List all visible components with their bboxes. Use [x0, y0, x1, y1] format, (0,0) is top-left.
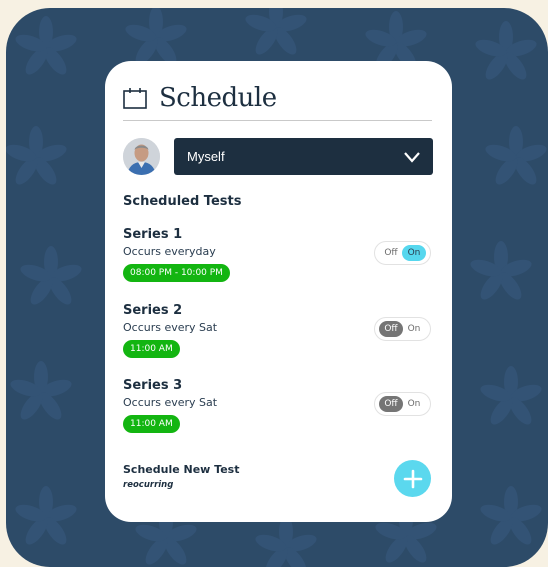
- toggle-on-option[interactable]: On: [402, 245, 426, 261]
- time-badge: 08:00 PM - 10:00 PM: [123, 264, 230, 282]
- test-name: Series 2: [123, 303, 183, 318]
- new-test-sub: reocurring: [123, 480, 174, 490]
- plus-icon: [403, 469, 422, 488]
- time-badge: 11:00 AM: [123, 340, 180, 358]
- toggle-on-option[interactable]: On: [402, 396, 426, 412]
- toggle-series-1[interactable]: Off On: [374, 241, 431, 265]
- new-test-label: Schedule New Test: [123, 463, 240, 476]
- user-photo: [123, 138, 160, 175]
- toggle-off-option[interactable]: Off: [379, 245, 403, 261]
- test-item-series-3: Series 3 Occurs every Sat 11:00 AM Off O…: [123, 378, 431, 433]
- header-divider: [123, 120, 432, 121]
- toggle-off-option[interactable]: Off: [379, 396, 403, 412]
- schedule-card: Schedule Myself Scheduled Tests Series 1…: [105, 61, 452, 522]
- person-select[interactable]: Myself: [174, 138, 433, 175]
- toggle-on-option[interactable]: On: [402, 321, 426, 337]
- avatar[interactable]: [123, 138, 160, 175]
- test-name: Series 1: [123, 227, 183, 242]
- toggle-series-2[interactable]: Off On: [374, 317, 431, 341]
- page-title: Schedule: [159, 83, 277, 113]
- person-select-value: Myself: [187, 149, 225, 164]
- section-title: Scheduled Tests: [123, 194, 242, 209]
- chevron-down-icon: [404, 151, 420, 163]
- calendar-icon: [123, 88, 147, 109]
- time-badge: 11:00 AM: [123, 415, 180, 433]
- test-item-series-1: Series 1 Occurs everyday 08:00 PM - 10:0…: [123, 227, 431, 282]
- new-test-section: Schedule New Test reocurring: [123, 463, 239, 490]
- add-test-button[interactable]: [394, 460, 431, 497]
- toggle-off-option[interactable]: Off: [379, 321, 403, 337]
- test-name: Series 3: [123, 378, 183, 393]
- card-header: Schedule: [123, 83, 277, 113]
- toggle-series-3[interactable]: Off On: [374, 392, 431, 416]
- test-item-series-2: Series 2 Occurs every Sat 11:00 AM Off O…: [123, 303, 431, 358]
